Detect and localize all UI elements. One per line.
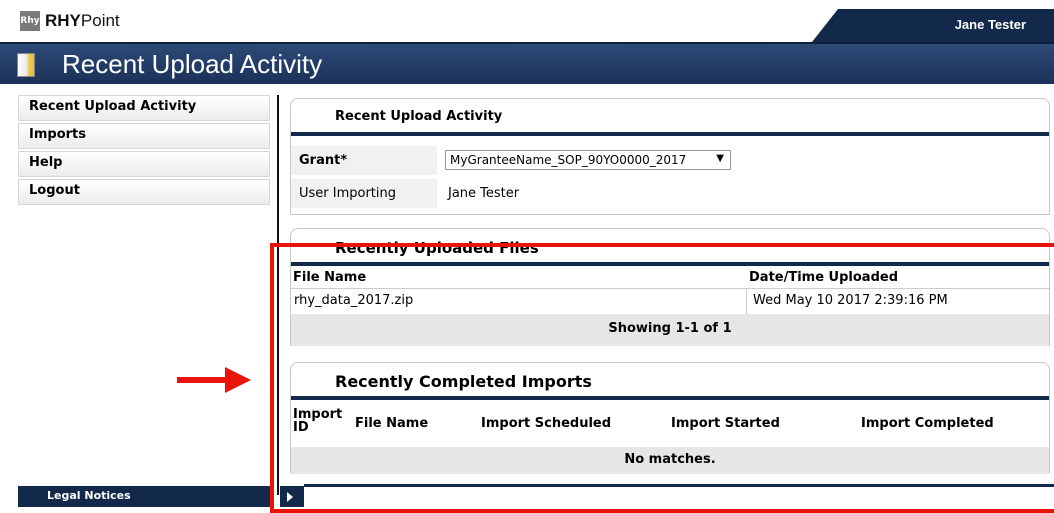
user-importing-row: User Importing Jane Tester bbox=[291, 179, 1049, 208]
table-header: File Name Date/Time Uploaded bbox=[291, 268, 1049, 288]
user-importing-label: User Importing bbox=[291, 179, 437, 208]
empty-table-message: No matches. bbox=[291, 447, 1049, 474]
cell-divider bbox=[746, 289, 747, 314]
recently-completed-imports-panel: Recently Completed Imports Import ID Fil… bbox=[290, 362, 1050, 474]
app-name-bold: RHY bbox=[45, 11, 81, 30]
panel-title: Recent Upload Activity bbox=[291, 99, 1049, 136]
column-header-date-time-uploaded[interactable]: Date/Time Uploaded bbox=[749, 270, 898, 285]
grant-select-value: MyGranteeName_SOP_90YO0000_2017 bbox=[450, 153, 687, 167]
file-name-cell: rhy_data_2017.zip bbox=[294, 293, 414, 308]
sidebar-item-help[interactable]: Help bbox=[18, 151, 270, 177]
sidebar-item-imports[interactable]: Imports bbox=[18, 123, 270, 149]
chevron-down-icon: ▼ bbox=[716, 153, 724, 164]
red-arrow-icon bbox=[177, 367, 251, 393]
grant-label: Grant* bbox=[291, 146, 437, 175]
footer-divider bbox=[304, 484, 1054, 487]
top-bar: Rhy RHYPoint Jane Tester bbox=[0, 0, 1054, 42]
uploaded-cell: Wed May 10 2017 2:39:16 PM bbox=[753, 293, 948, 308]
user-name: Jane Tester bbox=[954, 17, 1026, 32]
panel-title: Recently Completed Imports bbox=[291, 363, 1049, 400]
required-mark: * bbox=[340, 153, 348, 168]
user-tab[interactable]: Jane Tester bbox=[812, 9, 1054, 42]
page-title-band: Recent Upload Activity bbox=[0, 42, 1054, 84]
legal-notices-tab[interactable]: Legal Notices bbox=[18, 486, 270, 507]
expand-arrow-icon[interactable] bbox=[280, 486, 304, 507]
sidebar-item-logout[interactable]: Logout bbox=[18, 179, 270, 205]
column-header-import-started[interactable]: Import Started bbox=[671, 416, 780, 431]
grant-row: Grant* MyGranteeName_SOP_90YO0000_2017 ▼ bbox=[291, 146, 1049, 175]
column-header-file-name[interactable]: File Name bbox=[293, 270, 366, 285]
sidebar-nav: Recent Upload Activity Imports Help Logo… bbox=[18, 95, 270, 207]
sidebar-divider bbox=[277, 95, 279, 495]
app-name: RHYPoint bbox=[45, 11, 120, 31]
column-header-import-completed[interactable]: Import Completed bbox=[861, 416, 994, 431]
table-header: Import ID File Name Import Scheduled Imp… bbox=[291, 402, 1049, 447]
recent-upload-activity-panel: Recent Upload Activity Grant* MyGranteeN… bbox=[290, 98, 1050, 215]
page-title: Recent Upload Activity bbox=[62, 49, 323, 79]
document-icon bbox=[17, 53, 35, 77]
rhy-logo-icon: Rhy bbox=[20, 11, 40, 31]
recently-uploaded-files-panel: Recently Uploaded Files File Name Date/T… bbox=[290, 228, 1050, 346]
legal-notices-link[interactable]: Legal Notices bbox=[47, 489, 131, 502]
column-header-import-scheduled[interactable]: Import Scheduled bbox=[481, 416, 611, 431]
grant-label-text: Grant bbox=[299, 153, 341, 168]
sidebar-item-recent-upload-activity[interactable]: Recent Upload Activity bbox=[18, 95, 270, 121]
table-row[interactable]: rhy_data_2017.zip Wed May 10 2017 2:39:1… bbox=[291, 288, 1049, 315]
panel-title: Recently Uploaded Files bbox=[291, 229, 1049, 266]
user-importing-value: Jane Tester bbox=[448, 186, 520, 201]
pagination-info: Showing 1-1 of 1 bbox=[291, 314, 1049, 346]
app-name-rest: Point bbox=[80, 11, 120, 30]
column-header-import-id[interactable]: Import ID bbox=[293, 408, 348, 434]
grant-select[interactable]: MyGranteeName_SOP_90YO0000_2017 ▼ bbox=[445, 150, 731, 170]
rhypoint-logo[interactable]: Rhy RHYPoint bbox=[20, 10, 120, 32]
column-header-file-name[interactable]: File Name bbox=[355, 416, 428, 431]
